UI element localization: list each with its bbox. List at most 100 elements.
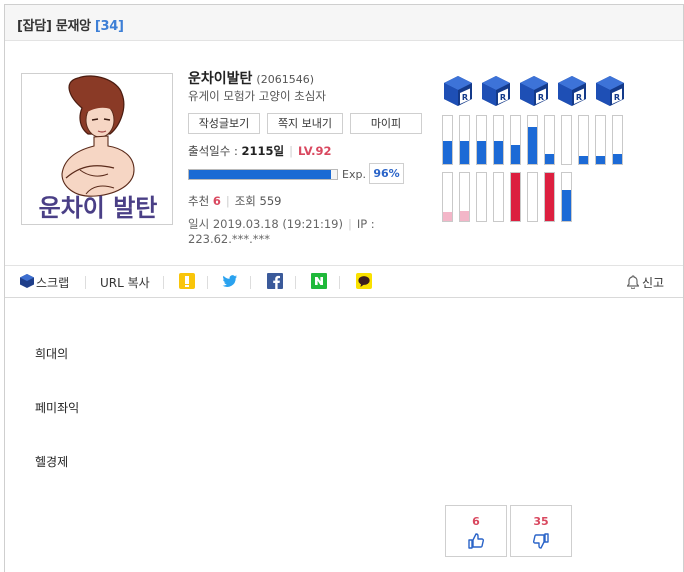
svg-text:R: R [500, 93, 506, 102]
svg-text:R: R [462, 93, 468, 102]
stat-bar-top-fill [460, 140, 469, 164]
stat-bar-bottom-8 [561, 172, 572, 222]
stat-bar-top-1 [442, 115, 453, 165]
post-title-text: 문재앙 [55, 19, 91, 34]
facebook-icon[interactable] [267, 273, 283, 289]
author-profile: 운차이 발탄 운차이발탄 (2061546) 유게이 모험가 고양이 초심자 작성… [5, 41, 683, 265]
exp-bar [188, 169, 338, 180]
r-cube-icon: R [594, 75, 626, 107]
mypi-button[interactable]: 마이피 [350, 113, 422, 134]
upvote-button[interactable]: 6 [445, 505, 507, 557]
views-count: 559 [259, 194, 282, 208]
stat-bar-bottom-5 [510, 172, 521, 222]
stat-bar-top-4 [493, 115, 504, 165]
stat-bar-bottom-fill [545, 173, 554, 221]
report-button[interactable]: 신고 [642, 274, 664, 291]
naver-icon[interactable] [311, 273, 327, 289]
post-category: [잡담] [17, 19, 52, 34]
achievement-badges: RRRRR [442, 75, 632, 109]
svg-text:R: R [614, 93, 620, 102]
avatar-image: 운차이 발탄 [22, 74, 172, 224]
stat-bar-bottom-6 [527, 172, 538, 222]
avatar-signature: 운차이 발탄 [39, 193, 158, 222]
send-message-button[interactable]: 쪽지 보내기 [267, 113, 343, 134]
stat-bar-bottom-7 [544, 172, 555, 222]
stat-bar-top-3 [476, 115, 487, 165]
stat-bar-top-7 [544, 115, 555, 165]
stat-bar-top-6 [527, 115, 538, 165]
kakaostory-icon[interactable] [179, 273, 195, 289]
stat-bar-top-10 [595, 115, 606, 165]
stat-bar-top-8 [561, 115, 572, 165]
stat-bar-top-fill [494, 140, 503, 164]
stat-bars-top [442, 115, 632, 167]
r-cube-icon: R [556, 75, 588, 107]
stat-bar-bottom-4 [493, 172, 504, 222]
r-cube-icon: R [480, 75, 512, 107]
view-posts-button[interactable]: 작성글보기 [188, 113, 260, 134]
user-id: (2061546) [256, 73, 314, 86]
views-label: 조회 [234, 194, 256, 208]
post-line-3: 헬경제 [35, 455, 69, 469]
stat-bar-top-fill [596, 156, 605, 164]
stat-bars-bottom [442, 172, 632, 224]
ip-value: 223.62.***.*** [188, 232, 271, 246]
stat-bar-top-fill [528, 126, 537, 164]
downvote-count: 35 [533, 515, 549, 528]
thumbs-up-icon [468, 533, 485, 549]
stat-bar-top-2 [459, 115, 470, 165]
stat-bar-bottom-fill [443, 212, 452, 221]
svg-text:R: R [538, 93, 544, 102]
stat-bar-bottom-2 [459, 172, 470, 222]
attendance-value: 2115일 [241, 144, 285, 158]
post-line-2: 페미좌익 [35, 401, 80, 415]
scrap-icon[interactable] [19, 273, 35, 289]
username-text[interactable]: 운차이발탄 [188, 71, 252, 87]
post-date: 일시 2019.03.18 (19:21:19) [188, 217, 343, 231]
username[interactable]: 운차이발탄 (2061546) [188, 68, 314, 88]
downvote-button[interactable]: 35 [510, 505, 572, 557]
scrap-button[interactable]: 스크랩 [36, 274, 69, 291]
thumbs-down-icon [532, 533, 549, 549]
post-title-bar: [잡담] 문재앙 [34] [5, 5, 683, 41]
post-meta: 일시 2019.03.18 (19:21:19) | IP : 223.62.***… [188, 217, 375, 246]
recommend-count: 6 [212, 194, 221, 208]
attendance-label: 출석일수 : [188, 144, 238, 158]
ip-label: IP : [356, 217, 375, 231]
attendance-info: 출석일수 : 2115일 | LV.92 [188, 144, 332, 158]
stat-bar-top-5 [510, 115, 521, 165]
post-counts: 추천 6 | 조회 559 [188, 194, 282, 208]
exp-label: Exp. [342, 168, 366, 181]
recommend-label: 추천 [188, 194, 210, 208]
avatar[interactable]: 운차이 발탄 [21, 73, 173, 225]
url-copy-button[interactable]: URL 복사 [100, 274, 150, 291]
r-cube-icon: R [442, 75, 474, 107]
bell-icon[interactable] [626, 275, 640, 290]
level-badge: LV.92 [297, 144, 332, 158]
upvote-count: 6 [472, 515, 480, 528]
user-status: 유게이 모험가 고양이 초심자 [188, 89, 326, 103]
exp-bar-fill [189, 170, 332, 179]
stat-bar-top-fill [511, 144, 520, 164]
kakaotalk-icon[interactable] [356, 273, 372, 289]
stat-bar-top-fill [579, 156, 588, 164]
r-cube-icon: R [518, 75, 550, 107]
post-container: [잡담] 문재앙[34] 운차이 발탄 운차이발탄(2061546) 유게이 [4, 4, 684, 572]
exp-percent: 96% [369, 163, 404, 184]
stat-bar-top-fill [613, 154, 622, 164]
post-line-1: 희대의 [35, 347, 69, 361]
stat-bar-bottom-3 [476, 172, 487, 222]
share-bar: 스크랩 URL 복사 신고 [5, 265, 683, 298]
stat-bar-top-9 [578, 115, 589, 165]
stat-bar-top-fill [477, 140, 486, 164]
stat-bar-bottom-fill [562, 190, 571, 221]
stat-bar-top-11 [612, 115, 623, 165]
stat-bar-bottom-1 [442, 172, 453, 222]
stat-bar-bottom-fill [511, 173, 520, 221]
post-title: [잡담] 문재앙 [34] [17, 15, 124, 34]
stat-bar-bottom-fill [460, 211, 469, 221]
stat-bar-top-fill [545, 154, 554, 164]
stat-bar-top-fill [443, 140, 452, 164]
twitter-icon[interactable] [222, 273, 238, 289]
comment-count[interactable]: [34] [95, 19, 124, 34]
